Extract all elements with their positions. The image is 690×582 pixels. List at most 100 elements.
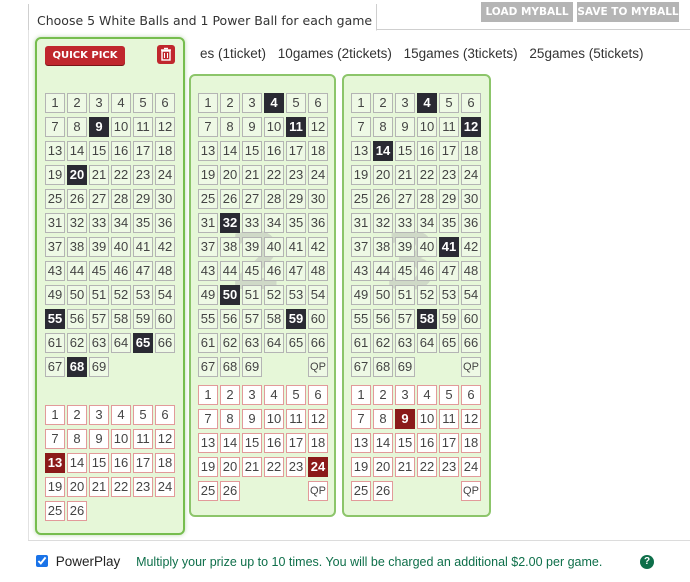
white-ball-15[interactable]: 15	[242, 141, 262, 161]
white-ball-14[interactable]: 14	[220, 141, 240, 161]
white-ball-5[interactable]: 5	[439, 93, 459, 113]
white-ball-2[interactable]: 2	[67, 93, 87, 113]
power-ball-6[interactable]: 6	[308, 385, 328, 405]
help-icon[interactable]: ?	[640, 555, 654, 569]
white-ball-13[interactable]: 13	[198, 141, 218, 161]
white-ball-43[interactable]: 43	[351, 261, 371, 281]
white-ball-38[interactable]: 38	[220, 237, 240, 257]
power-ball-15[interactable]: 15	[395, 433, 415, 453]
white-ball-33[interactable]: 33	[242, 213, 262, 233]
white-ball-41[interactable]: 41	[439, 237, 459, 257]
white-ball-66[interactable]: 66	[155, 333, 175, 353]
white-ball-52[interactable]: 52	[264, 285, 284, 305]
white-ball-30[interactable]: 30	[155, 189, 175, 209]
white-ball-49[interactable]: 49	[198, 285, 218, 305]
white-ball-10[interactable]: 10	[111, 117, 131, 137]
white-ball-42[interactable]: 42	[308, 237, 328, 257]
white-ball-1[interactable]: 1	[351, 93, 371, 113]
white-ball-45[interactable]: 45	[242, 261, 262, 281]
white-ball-61[interactable]: 61	[198, 333, 218, 353]
white-ball-17[interactable]: 17	[133, 141, 153, 161]
white-ball-12[interactable]: 12	[308, 117, 328, 137]
power-ball-25[interactable]: 25	[351, 481, 371, 501]
power-ball-3[interactable]: 3	[242, 385, 262, 405]
white-ball-66[interactable]: 66	[308, 333, 328, 353]
white-ball-1[interactable]: 1	[198, 93, 218, 113]
white-ball-45[interactable]: 45	[395, 261, 415, 281]
power-ball-5[interactable]: 5	[286, 385, 306, 405]
power-ball-2[interactable]: 2	[220, 385, 240, 405]
white-ball-25[interactable]: 25	[351, 189, 371, 209]
tab-choose-balls[interactable]: Choose 5 White Balls and 1 Power Ball fo…	[28, 4, 377, 31]
white-ball-4[interactable]: 4	[111, 93, 131, 113]
white-ball-37[interactable]: 37	[351, 237, 371, 257]
white-ball-16[interactable]: 16	[417, 141, 437, 161]
white-ball-42[interactable]: 42	[461, 237, 481, 257]
white-ball-69[interactable]: 69	[89, 357, 109, 377]
white-ball-61[interactable]: 61	[351, 333, 371, 353]
power-ball-1[interactable]: 1	[351, 385, 371, 405]
white-ball-23[interactable]: 23	[439, 165, 459, 185]
white-ball-28[interactable]: 28	[417, 189, 437, 209]
white-ball-6[interactable]: 6	[461, 93, 481, 113]
white-ball-60[interactable]: 60	[461, 309, 481, 329]
power-ball-16[interactable]: 16	[264, 433, 284, 453]
power-ball-2[interactable]: 2	[67, 405, 87, 425]
white-ball-5[interactable]: 5	[286, 93, 306, 113]
white-ball-53[interactable]: 53	[439, 285, 459, 305]
white-ball-27[interactable]: 27	[395, 189, 415, 209]
white-ball-28[interactable]: 28	[264, 189, 284, 209]
white-ball-35[interactable]: 35	[439, 213, 459, 233]
power-ball-8[interactable]: 8	[67, 429, 87, 449]
white-ball-36[interactable]: 36	[155, 213, 175, 233]
power-ball-16[interactable]: 16	[111, 453, 131, 473]
white-ball-66[interactable]: 66	[461, 333, 481, 353]
white-ball-57[interactable]: 57	[89, 309, 109, 329]
white-ball-38[interactable]: 38	[373, 237, 393, 257]
white-ball-60[interactable]: 60	[155, 309, 175, 329]
white-ball-26[interactable]: 26	[220, 189, 240, 209]
white-ball-23[interactable]: 23	[133, 165, 153, 185]
power-quick-pick-cell[interactable]: QP	[461, 481, 481, 501]
white-ball-43[interactable]: 43	[198, 261, 218, 281]
power-ball-26[interactable]: 26	[67, 501, 87, 521]
white-ball-22[interactable]: 22	[417, 165, 437, 185]
white-ball-40[interactable]: 40	[264, 237, 284, 257]
white-ball-64[interactable]: 64	[111, 333, 131, 353]
power-ball-25[interactable]: 25	[45, 501, 65, 521]
power-ball-26[interactable]: 26	[220, 481, 240, 501]
load-myball-button[interactable]: LOAD MYBALL	[481, 2, 573, 22]
white-ball-52[interactable]: 52	[111, 285, 131, 305]
white-ball-46[interactable]: 46	[417, 261, 437, 281]
white-ball-54[interactable]: 54	[461, 285, 481, 305]
white-ball-15[interactable]: 15	[89, 141, 109, 161]
power-ball-17[interactable]: 17	[286, 433, 306, 453]
white-ball-18[interactable]: 18	[155, 141, 175, 161]
white-ball-7[interactable]: 7	[198, 117, 218, 137]
power-ball-7[interactable]: 7	[198, 409, 218, 429]
power-ball-13[interactable]: 13	[198, 433, 218, 453]
white-ball-54[interactable]: 54	[308, 285, 328, 305]
power-ball-9[interactable]: 9	[395, 409, 415, 429]
white-ball-9[interactable]: 9	[395, 117, 415, 137]
power-ball-1[interactable]: 1	[198, 385, 218, 405]
white-ball-48[interactable]: 48	[155, 261, 175, 281]
white-ball-18[interactable]: 18	[461, 141, 481, 161]
power-ball-24[interactable]: 24	[155, 477, 175, 497]
power-ball-14[interactable]: 14	[67, 453, 87, 473]
white-ball-30[interactable]: 30	[461, 189, 481, 209]
power-ball-15[interactable]: 15	[242, 433, 262, 453]
white-ball-16[interactable]: 16	[264, 141, 284, 161]
white-ball-11[interactable]: 11	[286, 117, 306, 137]
white-ball-65[interactable]: 65	[133, 333, 153, 353]
powerplay-checkbox[interactable]	[36, 555, 48, 567]
power-ball-6[interactable]: 6	[461, 385, 481, 405]
power-ball-17[interactable]: 17	[439, 433, 459, 453]
white-ball-21[interactable]: 21	[89, 165, 109, 185]
power-ball-21[interactable]: 21	[242, 457, 262, 477]
white-ball-8[interactable]: 8	[220, 117, 240, 137]
power-ball-8[interactable]: 8	[373, 409, 393, 429]
white-ball-37[interactable]: 37	[45, 237, 65, 257]
white-ball-56[interactable]: 56	[67, 309, 87, 329]
white-ball-69[interactable]: 69	[242, 357, 262, 377]
